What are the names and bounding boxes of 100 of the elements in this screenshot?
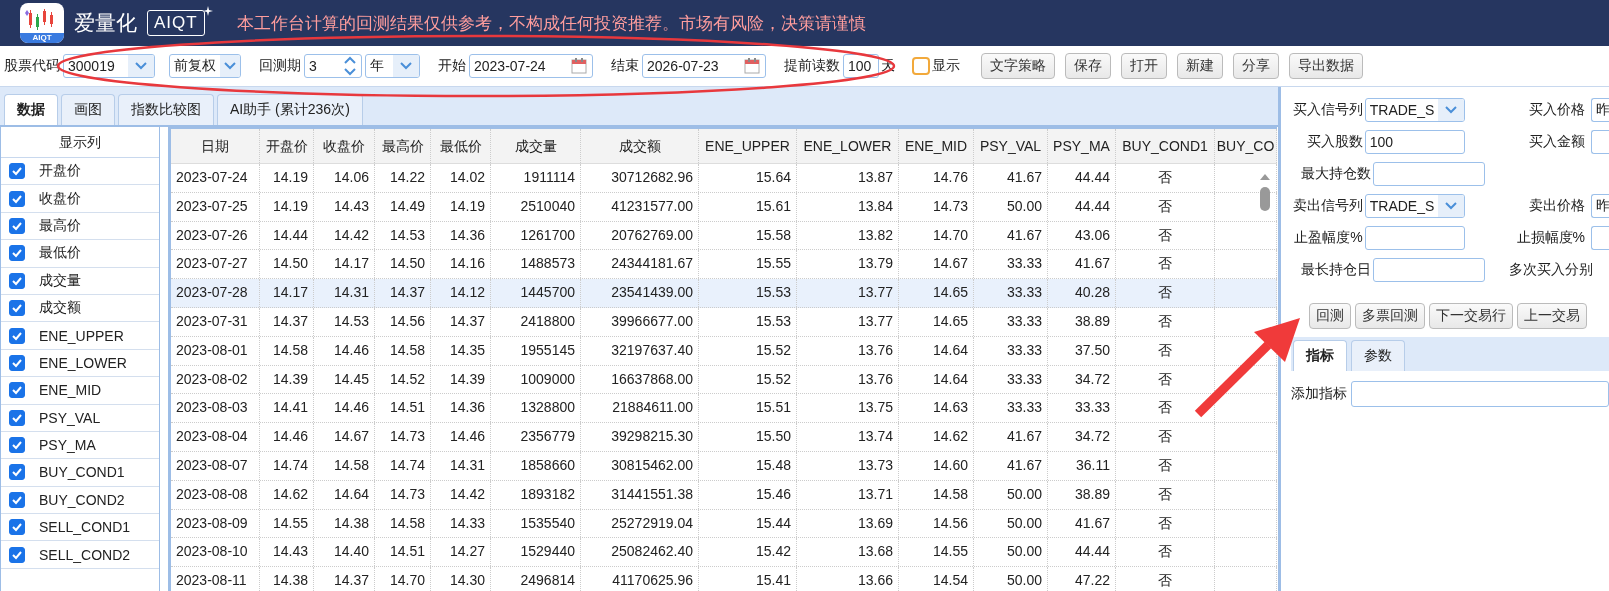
table-cell: 14.12: [449, 284, 485, 301]
column-header[interactable]: BUY_COND1: [1116, 129, 1215, 163]
date-field[interactable]: 2023-07-24: [469, 54, 593, 78]
checkbox[interactable]: [912, 57, 930, 75]
checkbox[interactable]: [9, 354, 25, 371]
column-header[interactable]: 收盘价: [314, 129, 375, 163]
checkbox[interactable]: [9, 272, 25, 289]
dropdown[interactable]: TRADE_S: [1364, 98, 1466, 122]
table-row[interactable]: 2023-07-28 14.17 14.31 14.37 14.12 1445700 23541439.00 15.53 13.77 14.65 33.33 40.28 否: [171, 279, 1277, 308]
column-header[interactable]: PSY_MA: [1048, 129, 1116, 163]
checkbox[interactable]: [9, 217, 25, 234]
checkbox[interactable]: [9, 300, 25, 317]
table-cell: 13.75: [857, 399, 893, 416]
table-cell: 13.68: [857, 543, 893, 560]
tab[interactable]: 指数比较图: [118, 94, 214, 125]
checkbox[interactable]: [9, 491, 25, 508]
table-cell: 33.33: [1006, 341, 1042, 358]
table-cell: 13.73: [857, 456, 893, 473]
table-row[interactable]: 2023-08-09 14.55 14.38 14.58 14.33 1535540 25272919.04 15.44 13.69 14.56 50.00 41.67 否: [171, 509, 1277, 539]
input-field[interactable]: [1373, 258, 1485, 282]
table-cell: 34.72: [1074, 370, 1110, 387]
table-cell: 14.64: [932, 341, 968, 358]
table-row[interactable]: 2023-08-03 14.41 14.46 14.51 14.36 1328800 21884611.00 15.51 13.75 14.63 33.33 33.33 否: [171, 394, 1277, 424]
input-field[interactable]: [1351, 381, 1609, 407]
tab[interactable]: 参数: [1351, 340, 1405, 371]
toolbar-button[interactable]: 打开: [1121, 53, 1167, 79]
column-header[interactable]: 日期: [171, 129, 260, 163]
table-cell: 1529440: [520, 543, 575, 560]
table-row[interactable]: 2023-08-02 14.39 14.45 14.52 14.39 1009000 16637868.00 15.52 13.76 14.64 33.33 34.72 否: [171, 365, 1277, 395]
toolbar-button[interactable]: 导出数据: [1289, 53, 1363, 79]
calendar-icon: [571, 58, 587, 74]
checkbox[interactable]: [9, 245, 25, 262]
table-cell: 13.77: [857, 284, 893, 301]
dropdown[interactable]: 前复权: [169, 54, 241, 78]
checkbox[interactable]: [9, 464, 25, 481]
column-name: PSY_MA: [39, 437, 96, 454]
column-header[interactable]: ENE_LOWER: [797, 129, 899, 163]
tab[interactable]: AI助手 (累计236次): [217, 94, 363, 125]
input-field[interactable]: [1590, 226, 1609, 250]
table-cell: 44.44: [1074, 197, 1110, 214]
tab[interactable]: 画图: [61, 94, 115, 125]
tab[interactable]: 指标: [1293, 340, 1347, 371]
tab[interactable]: 数据: [4, 94, 58, 125]
table-cell: 20762769.00: [611, 226, 693, 243]
column-name: BUY_COND2: [39, 491, 125, 508]
checkbox[interactable]: [9, 437, 25, 454]
action-button[interactable]: 下一交易行: [1429, 303, 1513, 329]
date-field[interactable]: 2026-07-23: [642, 54, 766, 78]
input-field[interactable]: [1373, 162, 1485, 186]
toolbar-button[interactable]: 保存: [1065, 53, 1111, 79]
column-name: SELL_COND1: [39, 519, 131, 536]
dropdown[interactable]: 年: [365, 54, 420, 78]
checkbox[interactable]: [9, 163, 25, 180]
checkbox[interactable]: [9, 546, 25, 563]
table-cell: 15.52: [755, 341, 791, 358]
table-cell: 15.51: [755, 399, 791, 416]
dropdown[interactable]: 300019: [63, 54, 155, 78]
table-cell: 33.33: [1006, 370, 1042, 387]
input-field[interactable]: [1590, 130, 1609, 154]
dropdown[interactable]: TRADE_S: [1364, 194, 1466, 218]
column-header[interactable]: 成交额: [581, 129, 699, 163]
table-cell: 33.33: [1006, 313, 1042, 329]
action-button[interactable]: 多票回测: [1355, 303, 1425, 329]
column-header[interactable]: PSY_VAL: [974, 129, 1048, 163]
checkbox[interactable]: [9, 327, 25, 344]
column-header[interactable]: 最高价: [375, 129, 431, 163]
number-spinner[interactable]: 3: [304, 54, 362, 78]
scroll-up-icon[interactable]: [1259, 173, 1271, 181]
table-cell: 2023-07-31: [176, 313, 248, 329]
action-button[interactable]: 上一交易: [1517, 303, 1587, 329]
toolbar-button[interactable]: 分享: [1233, 53, 1279, 79]
column-header[interactable]: ENE_UPPER: [699, 129, 797, 163]
action-button[interactable]: 回测: [1309, 303, 1351, 329]
column-name: BUY_COND1: [39, 464, 125, 481]
checkbox[interactable]: [9, 382, 25, 399]
checkbox[interactable]: [9, 519, 25, 536]
column-header[interactable]: 成交量: [491, 129, 581, 163]
checkbox[interactable]: [9, 190, 25, 207]
input-field[interactable]: 昨: [1590, 194, 1609, 218]
input-field[interactable]: 100: [1364, 130, 1466, 154]
toolbar-button[interactable]: 新建: [1177, 53, 1223, 79]
table-row[interactable]: 2023-07-26 14.44 14.42 14.53 14.36 1261700 20762769.00 15.58 13.82 14.70 41.67 43.06 否: [171, 221, 1277, 251]
table-cell: 2023-07-27: [176, 255, 248, 272]
toolbar-button[interactable]: 文字策略: [981, 53, 1055, 79]
column-header[interactable]: ENE_MID: [899, 129, 974, 163]
column-header[interactable]: 开盘价: [260, 129, 314, 163]
table-cell: 14.73: [932, 197, 968, 214]
input-field[interactable]: [1364, 226, 1466, 250]
input-field[interactable]: 昨: [1590, 98, 1609, 122]
scroll-thumb[interactable]: [1260, 187, 1270, 211]
checkbox[interactable]: [9, 409, 25, 426]
table-row[interactable]: 2023-08-11 14.38 14.37 14.70 14.30 2496814 41170625.96 15.41 13.66 14.54 50.00 47.22 否: [171, 567, 1277, 591]
column-header[interactable]: BUY_CO: [1215, 129, 1277, 163]
table-cell: 15.58: [755, 226, 791, 243]
table-row[interactable]: 2023-07-24 14.19 14.06 14.22 14.02 1911114 30712682.96 15.64 13.87 14.76 41.67 44.44 否: [171, 164, 1277, 193]
table-row[interactable]: 2023-08-10 14.43 14.40 14.51 14.27 1529440 25082462.40 15.42 13.68 14.55 50.00 44.44 否: [171, 538, 1277, 568]
table-row[interactable]: 2023-08-07 14.74 14.58 14.74 14.31 1858660 30815462.00 15.48 13.73 14.60 41.67 36.11 否: [171, 451, 1277, 481]
table-row[interactable]: 2023-08-04 14.46 14.67 14.73 14.46 2356779 39298215.30 15.50 13.74 14.62 41.67 34.72 否: [171, 423, 1277, 452]
table-row[interactable]: 2023-08-08 14.62 14.64 14.73 14.42 1893182 31441551.38 15.46 13.71 14.58 50.00 38.89 否: [171, 480, 1277, 510]
column-header[interactable]: 最低价: [431, 129, 491, 163]
